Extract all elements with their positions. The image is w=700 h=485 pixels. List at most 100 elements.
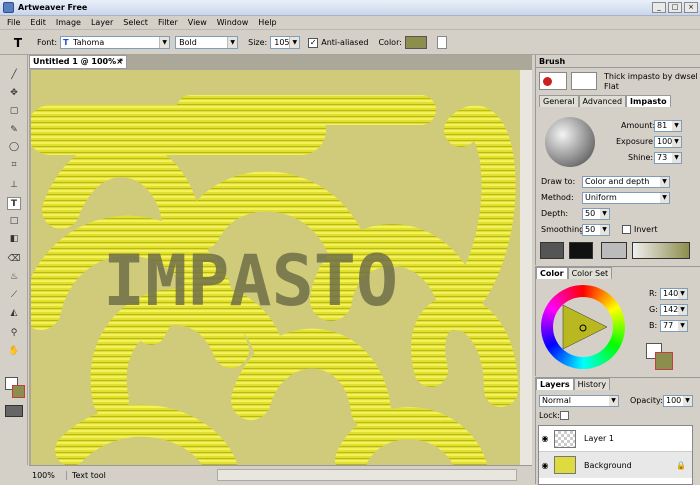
- maximize-button[interactable]: □: [668, 2, 682, 13]
- text-tool-icon[interactable]: T: [7, 197, 21, 210]
- menu-help[interactable]: Help: [253, 18, 281, 27]
- saturation-triangle[interactable]: [555, 301, 611, 353]
- pen-icon[interactable]: ✎: [7, 124, 21, 137]
- brush-variant-button[interactable]: [571, 72, 597, 90]
- layer-row[interactable]: ◉ Layer 1: [539, 426, 692, 452]
- tab-impasto[interactable]: Impasto: [626, 95, 671, 107]
- font-type-icon: T: [63, 38, 69, 47]
- brush-preset-name: Thick impasto by dwsel: [604, 72, 698, 81]
- document-icon[interactable]: [436, 36, 447, 49]
- brush-category-button[interactable]: [539, 72, 567, 90]
- chevron-down-icon: ▼: [600, 225, 609, 235]
- tab-color-set[interactable]: Color Set: [567, 267, 613, 279]
- panel-foreground-swatch[interactable]: [655, 352, 673, 370]
- amount-label: Amount:: [621, 121, 656, 130]
- hue-ring[interactable]: [541, 285, 625, 369]
- opacity-field[interactable]: 100 ▼: [663, 395, 693, 407]
- g-field[interactable]: 142 ▼: [660, 304, 688, 316]
- menu-file[interactable]: File: [2, 18, 25, 27]
- exposure-label: Exposure:: [616, 137, 656, 146]
- method-select[interactable]: Uniform ▼: [582, 192, 670, 204]
- menu-filter[interactable]: Filter: [153, 18, 183, 27]
- document-title: Untitled 1 @ 100% *: [33, 57, 124, 66]
- lock-label: Lock:: [539, 411, 560, 420]
- vertical-scrollbar[interactable]: [520, 70, 532, 466]
- menu-edit[interactable]: Edit: [25, 18, 51, 27]
- tool-options-bar: T Font: T Tahoma ▼ Bold ▼ Size: 105 ▼ ✓ …: [0, 31, 700, 55]
- light-direction-sphere[interactable]: [545, 117, 595, 167]
- eraser-icon[interactable]: ⌫: [7, 253, 21, 266]
- eye-icon[interactable]: ◉: [539, 461, 551, 470]
- tab-advanced[interactable]: Advanced: [578, 95, 627, 107]
- font-size-select[interactable]: 105 ▼: [270, 36, 301, 49]
- amount-field[interactable]: 81 ▼: [654, 120, 682, 132]
- tab-history[interactable]: History: [573, 378, 611, 390]
- minimize-button[interactable]: _: [652, 2, 666, 13]
- toolbox: ╱ ✥ ▢ ✎ ◯ ⌗ ⊥ T □ ◧ ⌫ ♨ ⟋ ◭ ⚲ ✋: [0, 55, 28, 465]
- layers-tabs: Layers History: [536, 378, 700, 391]
- layer-thumbnail: [554, 456, 576, 474]
- eyedropper-icon[interactable]: ⟋: [7, 289, 21, 302]
- chevron-down-icon: ▼: [660, 177, 669, 187]
- invert-checkbox[interactable]: [622, 225, 631, 234]
- gradient-preview[interactable]: [632, 242, 690, 259]
- canvas[interactable]: IMPASTO: [31, 70, 520, 466]
- layers-panel: Layers History Normal ▼ Opacity: 100 ▼ Lock…: [535, 377, 700, 485]
- gradient-icon[interactable]: ◧: [7, 233, 21, 246]
- antialias-checkbox[interactable]: ✓: [308, 37, 319, 48]
- horizontal-scrollbar[interactable]: [217, 469, 517, 481]
- chevron-down-icon: ▼: [289, 37, 300, 48]
- text-color-swatch[interactable]: [404, 36, 427, 49]
- document-tab[interactable]: Untitled 1 @ 100% * ×: [29, 55, 127, 69]
- zoom-icon[interactable]: ⚲: [7, 327, 21, 340]
- screen-mode-icon[interactable]: [5, 405, 23, 417]
- font-select[interactable]: T Tahoma ▼: [60, 36, 171, 49]
- tab-layers[interactable]: Layers: [536, 378, 574, 390]
- exposure-field[interactable]: 100 ▼: [654, 136, 682, 148]
- window-title: Artweaver Free: [18, 3, 88, 12]
- invert-label: Invert: [634, 225, 658, 234]
- menu-select[interactable]: Select: [118, 18, 153, 27]
- foreground-color-swatch[interactable]: [12, 385, 25, 398]
- b-label: B:: [649, 321, 658, 330]
- impasto-painting: IMPASTO: [31, 70, 520, 466]
- brush-icon[interactable]: ╱: [7, 69, 21, 82]
- stamp-icon[interactable]: ⊥: [7, 179, 21, 192]
- move-icon[interactable]: ✥: [7, 87, 21, 100]
- menu-image[interactable]: Image: [51, 18, 86, 27]
- menu-window[interactable]: Window: [212, 18, 254, 27]
- close-icon[interactable]: ×: [116, 56, 123, 68]
- blend-mode-select[interactable]: Normal ▼: [539, 395, 619, 407]
- tool-status: Text tool: [72, 470, 106, 480]
- texture-preview-1[interactable]: [540, 242, 564, 259]
- draw-to-select[interactable]: Color and depth ▼: [582, 176, 670, 188]
- r-label: R:: [649, 289, 658, 298]
- tab-general[interactable]: General: [539, 95, 579, 107]
- layer-row[interactable]: ◉ Background 🔒: [539, 452, 692, 478]
- chevron-down-icon: ▼: [672, 137, 681, 147]
- depth-field[interactable]: 50 ▼: [582, 208, 610, 220]
- eye-icon[interactable]: ◉: [539, 434, 551, 443]
- b-field[interactable]: 77 ▼: [660, 320, 688, 332]
- smoothing-field[interactable]: 50 ▼: [582, 224, 610, 236]
- shine-field[interactable]: 73 ▼: [654, 152, 682, 164]
- menu-view[interactable]: View: [183, 18, 212, 27]
- crop-icon[interactable]: ⌗: [7, 159, 21, 172]
- font-style-value: Bold: [179, 38, 197, 47]
- r-field[interactable]: 140 ▼: [660, 288, 688, 300]
- lock-checkbox[interactable]: [560, 411, 569, 420]
- texture-preview-2[interactable]: [569, 242, 593, 259]
- menu-layer[interactable]: Layer: [86, 18, 118, 27]
- shape-icon[interactable]: □: [7, 215, 21, 228]
- fill-icon[interactable]: ◭: [7, 307, 21, 320]
- hand-icon[interactable]: ✋: [7, 345, 21, 358]
- smudge-icon[interactable]: ♨: [7, 271, 21, 284]
- font-value: Tahoma: [73, 38, 105, 47]
- close-window-button[interactable]: ×: [684, 2, 698, 13]
- texture-preview-3[interactable]: [601, 242, 627, 259]
- chevron-down-icon: ▼: [672, 153, 681, 163]
- tab-color[interactable]: Color: [536, 267, 568, 279]
- rect-select-icon[interactable]: ▢: [7, 105, 21, 118]
- font-style-select[interactable]: Bold ▼: [175, 36, 239, 49]
- lasso-icon[interactable]: ◯: [7, 141, 21, 154]
